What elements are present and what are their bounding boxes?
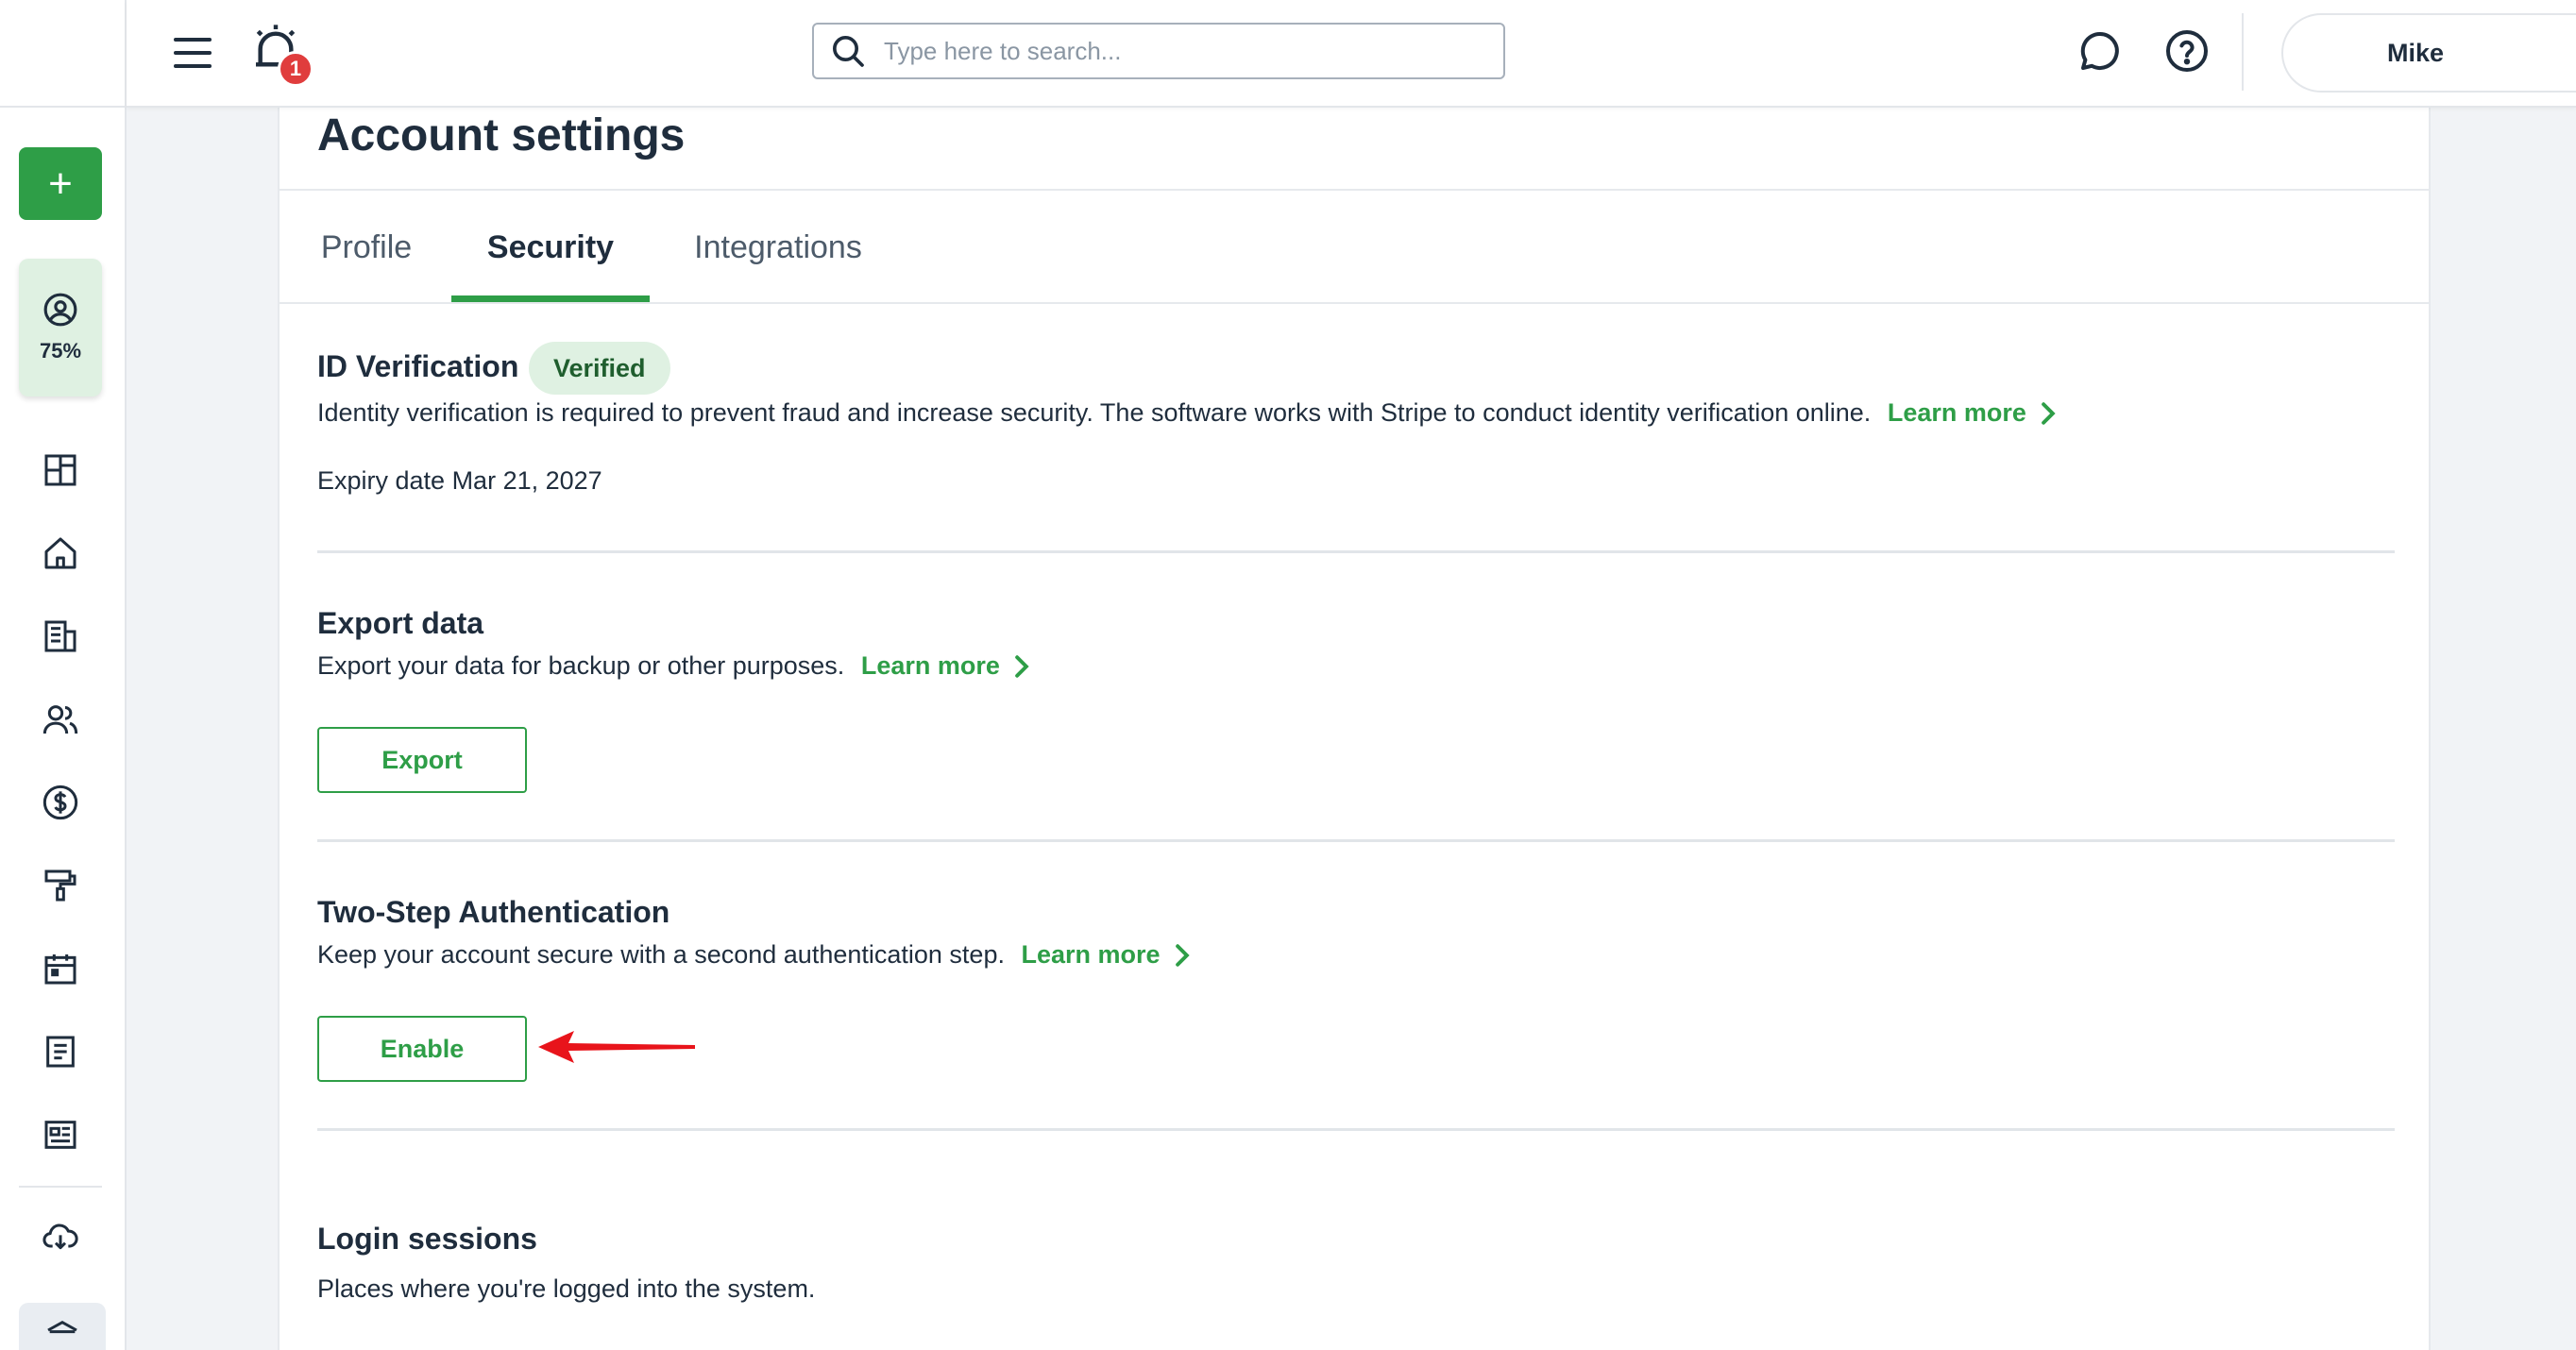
- header-divider: [2242, 13, 2244, 91]
- chevron-right-icon: [1175, 943, 1190, 967]
- rail-separator: [19, 1186, 102, 1188]
- user-name: Mike: [2386, 38, 2445, 67]
- search-box[interactable]: [812, 23, 1505, 79]
- rail-item-documents[interactable]: [36, 612, 85, 661]
- two-step-learn-more-link[interactable]: Learn more: [1021, 940, 1190, 970]
- two-step-description: Keep your account secure with a second a…: [317, 940, 1191, 970]
- two-step-title: Two-Step Authentication: [317, 895, 670, 929]
- search-input[interactable]: [884, 36, 1469, 66]
- plus-icon: +: [48, 160, 73, 207]
- rail-item-listings[interactable]: [36, 1110, 85, 1159]
- paint-roller-icon: [44, 869, 76, 902]
- add-new-button[interactable]: +: [19, 147, 102, 220]
- top-bar: 1 Mike: [127, 0, 2576, 108]
- dashboard-icon: [44, 454, 76, 486]
- export-data-title: Export data: [317, 606, 484, 640]
- login-sessions-description: Places where you're logged into the syst…: [317, 1274, 816, 1303]
- menu-button[interactable]: [164, 26, 221, 79]
- rail-item-calendar[interactable]: [36, 944, 85, 993]
- dollar-circle-icon: [42, 785, 78, 820]
- id-verification-learn-more-link[interactable]: Learn more: [1888, 398, 2057, 428]
- tab-security[interactable]: Security: [451, 193, 650, 302]
- tabs-top-border: [280, 189, 2429, 191]
- help-button[interactable]: [2161, 25, 2213, 77]
- profile-progress-value: 75%: [39, 339, 82, 363]
- annotation-arrow-icon: [538, 1031, 695, 1063]
- bank-icon: [47, 1320, 77, 1334]
- account-settings-card: Account settings Profile Security Integr…: [278, 108, 2431, 1350]
- id-verification-title: ID Verification: [317, 349, 519, 383]
- export-learn-more-link[interactable]: Learn more: [861, 651, 1030, 681]
- section-divider: [317, 1128, 2395, 1131]
- messages-button[interactable]: [2074, 25, 2127, 77]
- export-button[interactable]: Export: [317, 727, 527, 793]
- rail-item-maintenance[interactable]: [36, 861, 85, 910]
- building-document-icon: [44, 620, 76, 652]
- two-step-text: Keep your account secure with a second a…: [317, 940, 1005, 969]
- rail-item-payments[interactable]: [36, 778, 85, 827]
- learn-more-label: Learn more: [1021, 940, 1161, 969]
- rail-divider: [0, 106, 127, 108]
- calendar-icon: [44, 954, 76, 985]
- enable-two-step-button[interactable]: Enable: [317, 1016, 527, 1082]
- chevron-right-icon: [2042, 401, 2056, 425]
- tab-integrations[interactable]: Integrations: [686, 193, 871, 302]
- left-rail: + 75%: [0, 0, 127, 1350]
- export-data-description: Export your data for backup or other pur…: [317, 651, 1030, 681]
- document-lines-icon: [46, 1036, 75, 1068]
- learn-more-label: Learn more: [1887, 398, 2026, 427]
- rail-item-download[interactable]: [36, 1212, 85, 1261]
- section-divider: [317, 550, 2395, 553]
- tabs-bottom-border: [280, 302, 2429, 304]
- rail-item-notes[interactable]: [36, 1027, 85, 1076]
- rail-item-dashboard[interactable]: [36, 446, 85, 495]
- login-sessions-title: Login sessions: [317, 1222, 537, 1256]
- chevron-right-icon: [1015, 654, 1029, 678]
- newspaper-icon: [44, 1121, 76, 1149]
- section-divider: [317, 839, 2395, 842]
- notification-count-badge: 1: [278, 51, 314, 87]
- learn-more-label: Learn more: [860, 651, 1000, 680]
- id-verification-description: Identity verification is required to pre…: [317, 398, 2057, 428]
- search-icon: [833, 36, 864, 67]
- hamburger-menu-icon: [174, 38, 212, 68]
- home-icon: [44, 537, 76, 569]
- profile-progress-card[interactable]: 75%: [19, 259, 102, 397]
- id-verification-text: Identity verification is required to pre…: [317, 398, 1872, 427]
- chat-bubble-icon: [2080, 31, 2119, 70]
- user-circle-icon: [43, 293, 77, 327]
- export-data-text: Export your data for backup or other pur…: [317, 651, 845, 680]
- user-menu[interactable]: Mike: [2281, 13, 2576, 93]
- help-circle-icon: [2166, 30, 2208, 72]
- rail-item-home[interactable]: [36, 529, 85, 578]
- page-title: Account settings: [317, 110, 686, 160]
- tab-profile[interactable]: Profile: [317, 193, 415, 302]
- rail-item-bank[interactable]: [19, 1303, 106, 1350]
- users-icon: [42, 705, 78, 734]
- id-expiry-date: Expiry date Mar 21, 2027: [317, 466, 602, 495]
- rail-item-people[interactable]: [36, 695, 85, 744]
- cloud-download-icon: [42, 1223, 78, 1250]
- verified-badge: Verified: [529, 342, 670, 395]
